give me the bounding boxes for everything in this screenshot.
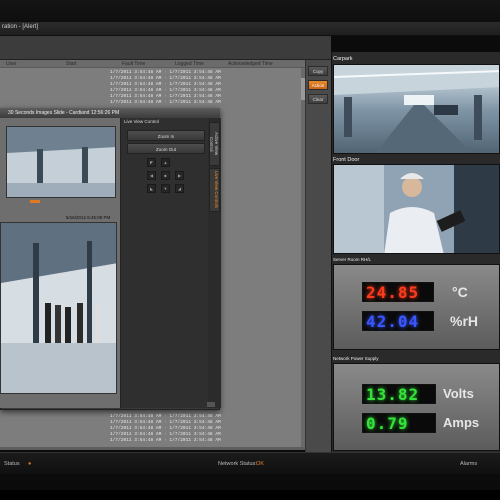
col-header-logged-time[interactable]: Logged Time	[175, 61, 204, 67]
temperature-unit: °C	[452, 284, 468, 300]
pan-right-icon[interactable]: ▶	[175, 171, 184, 180]
zoom-out-button[interactable]: Zoom Out	[127, 143, 205, 154]
pan-up-icon[interactable]: ▲	[161, 158, 170, 167]
status-indicator-icon: ●	[28, 461, 32, 467]
log-row[interactable]: 1/7/2011 3:54:48 AM · 1/7/2011 3:54:48 A…	[110, 70, 221, 75]
slide-timestamp: 5/16/2012 6:45:09 PM	[66, 215, 111, 220]
live-view-control-title: Live View Control	[124, 119, 159, 124]
log-row[interactable]: 1/7/2011 3:54:48 AM · 1/7/2011 3:54:48 A…	[110, 426, 221, 431]
col-header-ack-time[interactable]: Acknowledged Time	[228, 61, 273, 67]
log-row[interactable]: 1/7/2011 3:54:48 AM · 1/7/2011 3:54:48 A…	[110, 88, 221, 93]
log-row[interactable]: 1/7/2011 3:54:48 AM · 1/7/2011 3:54:48 A…	[110, 438, 221, 443]
panel-title-network-power: Network Power Supply	[333, 356, 379, 361]
monitor-bezel-top	[0, 0, 500, 22]
pan-center-icon[interactable]: ■	[161, 171, 170, 180]
col-header-fault-time[interactable]: Fault Time	[122, 61, 145, 67]
network-status-value: OK	[256, 461, 264, 467]
slide-progress-marker	[30, 200, 40, 203]
pan-down-icon[interactable]: ▼	[161, 184, 170, 193]
server-room-sensor-panel	[333, 264, 500, 350]
log-row[interactable]: 1/7/2011 3:54:48 AM · 1/7/2011 3:54:48 A…	[110, 414, 221, 419]
carpark-image	[334, 65, 499, 153]
humidity-unit: %rH	[450, 313, 479, 329]
copy-button[interactable]: Copy	[308, 66, 328, 76]
volts-value: 13.82	[366, 385, 420, 404]
panel-title-server-room: Server Room RH/L	[333, 257, 372, 262]
action-strip	[305, 60, 331, 452]
atrium-image	[7, 127, 115, 197]
amps-unit: Amps	[443, 415, 480, 430]
alarm-log-header: User Start Fault Time Logged Time Acknow…	[0, 60, 305, 68]
front-door-image	[334, 165, 499, 253]
slide-image-main[interactable]	[0, 222, 117, 394]
pan-down-left-icon[interactable]: ◣	[147, 184, 156, 193]
clear-button[interactable]: Clear	[308, 94, 328, 104]
amps-value: 0.79	[366, 414, 409, 433]
action-button[interactable]: Action	[308, 80, 328, 90]
zoom-in-button[interactable]: Zoom In	[127, 130, 205, 141]
tab-live-view-controls[interactable]: Live View Controls	[209, 168, 220, 212]
toolbar-area	[0, 36, 331, 60]
window-titlebar: ration - [Alert]	[0, 22, 500, 36]
lobby-image	[1, 223, 116, 393]
pan-down-right-icon[interactable]: ◢	[175, 184, 184, 193]
log-row[interactable]: 1/7/2011 3:54:48 AM · 1/7/2011 3:54:48 A…	[110, 76, 221, 81]
monitor-bezel-bottom	[0, 490, 500, 500]
window-title: ration - [Alert]	[2, 24, 39, 30]
camera-title-front-door: Front Door	[333, 157, 360, 163]
image-slide-window-titlebar[interactable]: 30 Seconds Images Slide - Cardiand 12:56…	[0, 108, 220, 118]
status-label: Status	[4, 461, 20, 467]
tab-active-view-control[interactable]: Active View Control	[209, 122, 220, 166]
image-slide-window-title: 30 Seconds Images Slide - Cardiand 12:56…	[8, 110, 120, 116]
log-row[interactable]: 1/7/2011 3:54:48 AM · 1/7/2011 3:54:48 A…	[110, 100, 221, 105]
volts-unit: Volts	[443, 386, 474, 401]
col-header-user[interactable]: User	[6, 61, 17, 67]
status-bar: Status ● Network Status: OK Alarms	[0, 452, 500, 474]
col-header-start[interactable]: Start	[66, 61, 77, 67]
humidity-value: 42.04	[366, 312, 420, 331]
temperature-value: 24.85	[366, 283, 420, 302]
alarms-label: Alarms	[460, 461, 478, 467]
camera-title-carpark: Carpark	[333, 56, 353, 62]
pan-up-left-icon[interactable]: ◤	[147, 158, 156, 167]
log-row[interactable]: 1/7/2011 3:54:48 AM · 1/7/2011 3:54:48 A…	[110, 82, 221, 87]
slide-thumbnail-top[interactable]	[6, 126, 116, 198]
log-bottom-separator	[0, 447, 305, 450]
pan-left-icon[interactable]: ◀	[147, 171, 156, 180]
log-row[interactable]: 1/7/2011 3:54:48 AM · 1/7/2011 3:54:48 A…	[110, 420, 221, 425]
network-status-label: Network Status:	[218, 461, 257, 467]
log-row[interactable]: 1/7/2011 3:54:48 AM · 1/7/2011 3:54:48 A…	[110, 94, 221, 99]
camera-feed-front-door[interactable]	[333, 164, 500, 254]
window-resize-grip[interactable]	[207, 402, 215, 407]
camera-feed-carpark[interactable]	[333, 64, 500, 154]
network-power-sensor-panel	[333, 363, 500, 451]
log-row[interactable]: 1/7/2011 3:54:48 AM · 1/7/2011 3:54:48 A…	[110, 432, 221, 437]
